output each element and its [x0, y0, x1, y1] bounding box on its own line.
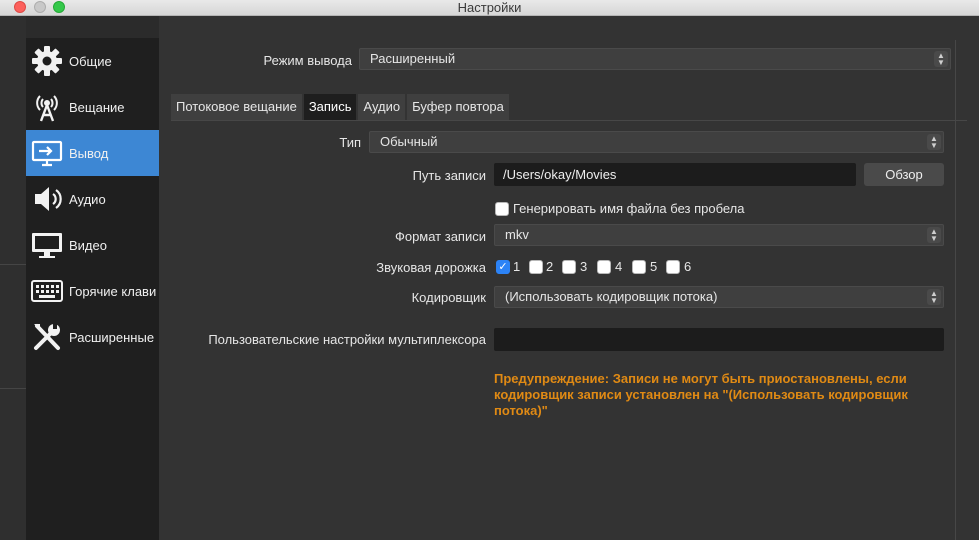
window-title: Настройки: [457, 0, 522, 15]
recording-format-select[interactable]: mkv ▲ ▼: [494, 224, 944, 246]
recording-type-label: Тип: [339, 135, 361, 150]
sidebar-item-label: Аудио: [69, 191, 106, 207]
recording-format-label: Формат записи: [394, 229, 486, 244]
sidebar-item-advanced[interactable]: Расширенные: [26, 314, 159, 360]
edge-divider: [0, 264, 26, 265]
sidebar-item-label: Горячие клави: [69, 283, 157, 299]
recording-type-select[interactable]: Обычный ▲ ▼: [369, 131, 944, 153]
recording-type-value: Обычный: [380, 134, 438, 149]
sidebar-item-general[interactable]: Общие: [26, 38, 159, 84]
encoder-value: (Использовать кодировщик потока): [505, 289, 718, 304]
audio-track-2-checkbox[interactable]: [529, 260, 543, 274]
muxer-settings-input[interactable]: [494, 328, 944, 351]
sidebar-item-label: Расширенные: [69, 329, 155, 345]
audio-track-4-label: 4: [615, 259, 623, 274]
display-icon: [26, 222, 68, 268]
settings-sidebar: Общие Вещание Вывод Аудио Видео Горячие …: [26, 38, 159, 540]
chevron-updown-icon: ▲ ▼: [927, 227, 941, 243]
output-tabs: Потоковое вещание Запись Аудио Буфер пов…: [171, 94, 511, 120]
output-mode-select[interactable]: Расширенный ▲ ▼: [359, 48, 951, 70]
recording-path-input[interactable]: /Users/okay/Movies: [494, 163, 856, 186]
sidebar-item-label: Вещание: [69, 99, 125, 115]
tab-recording[interactable]: Запись: [303, 94, 357, 120]
browse-button[interactable]: Обзор: [864, 163, 944, 186]
audio-track-5-label: 5: [650, 259, 658, 274]
tools-icon: [26, 314, 68, 360]
muxer-settings-label: Пользовательские настройки мультиплексор…: [208, 332, 486, 347]
no-space-filename-checkbox[interactable]: [495, 202, 509, 216]
pause-warning-text: Предупреждение: Записи не могут быть при…: [494, 371, 908, 418]
gear-icon: [26, 38, 68, 84]
tab-underline: [171, 120, 967, 121]
output-mode-label: Режим вывода: [263, 53, 352, 68]
window-titlebar: Настройки: [0, 0, 979, 16]
chevron-updown-icon: ▲ ▼: [934, 51, 948, 67]
audio-track-6-checkbox[interactable]: [666, 260, 680, 274]
chevron-updown-icon: ▲ ▼: [927, 289, 941, 305]
audio-track-3-checkbox[interactable]: [562, 260, 576, 274]
recording-format-value: mkv: [505, 227, 529, 242]
audio-track-3-label: 3: [580, 259, 588, 274]
audio-track-6-label: 6: [684, 259, 692, 274]
broadcast-antenna-icon: [26, 84, 68, 130]
chevron-updown-icon: ▲ ▼: [927, 134, 941, 150]
output-mode-value: Расширенный: [370, 51, 456, 66]
audio-track-4-checkbox[interactable]: [597, 260, 611, 274]
speaker-icon: [26, 176, 68, 222]
encoder-label: Кодировщик: [411, 290, 486, 305]
settings-main-panel: Режим вывода Расширенный ▲ ▼ Потоковое ве…: [159, 16, 979, 540]
tab-audio[interactable]: Аудио: [358, 94, 406, 120]
sidebar-item-hotkeys[interactable]: Горячие клави: [26, 268, 159, 314]
sidebar-item-audio[interactable]: Аудио: [26, 176, 159, 222]
monitor-output-icon: [26, 130, 68, 176]
audio-track-5-checkbox[interactable]: [632, 260, 646, 274]
audio-track-1-label: 1: [513, 259, 521, 274]
background-window-edge: [0, 16, 26, 540]
tab-streaming[interactable]: Потоковое вещание: [171, 94, 302, 120]
audio-track-label: Звуковая дорожка: [376, 260, 486, 275]
no-space-filename-label: Генерировать имя файла без пробела: [513, 201, 745, 216]
edge-divider: [0, 388, 26, 389]
audio-track-2-label: 2: [546, 259, 554, 274]
sidebar-item-label: Вывод: [69, 145, 109, 161]
audio-track-1-checkbox[interactable]: ✓: [496, 260, 510, 274]
sidebar-item-label: Видео: [69, 237, 107, 253]
encoder-select[interactable]: (Использовать кодировщик потока) ▲ ▼: [494, 286, 944, 308]
keyboard-icon: [26, 268, 68, 314]
sidebar-item-output[interactable]: Вывод: [26, 130, 159, 176]
recording-path-label: Путь записи: [412, 168, 486, 183]
panel-border: [955, 40, 956, 540]
sidebar-item-video[interactable]: Видео: [26, 222, 159, 268]
sidebar-item-stream[interactable]: Вещание: [26, 84, 159, 130]
sidebar-item-label: Общие: [69, 53, 112, 69]
tab-replay-buffer[interactable]: Буфер повтора: [407, 94, 509, 120]
